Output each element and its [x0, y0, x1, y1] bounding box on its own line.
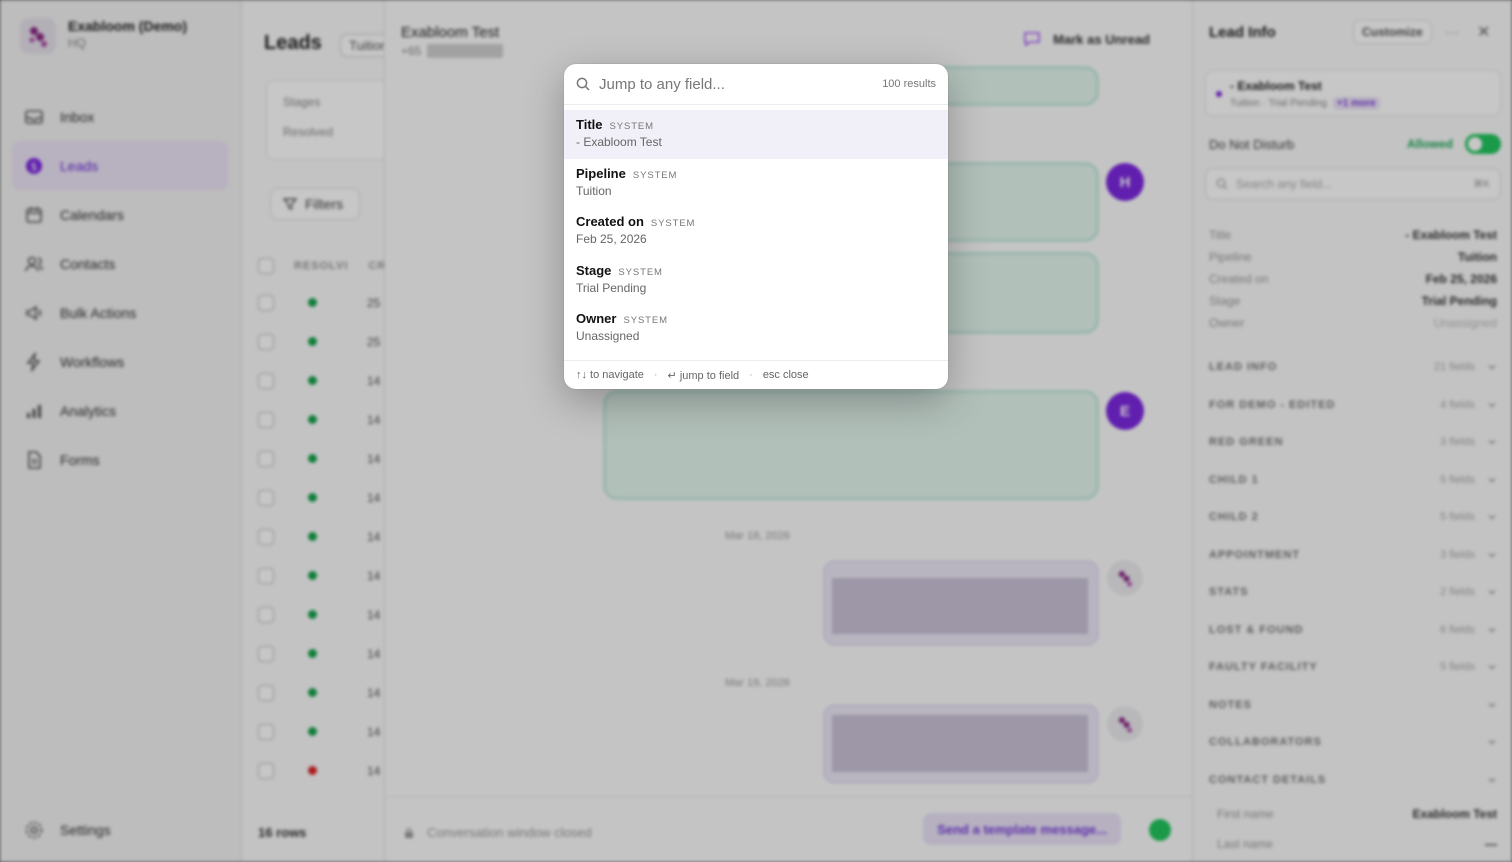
- jump-search-bar: 100 results: [564, 64, 948, 105]
- result-tag: SYSTEM: [623, 315, 668, 326]
- result-tag: SYSTEM: [650, 218, 696, 229]
- result-value: Tuition: [576, 183, 612, 198]
- result-value: Unassigned: [576, 329, 640, 343]
- hint-jump: ↵ jump to field: [667, 369, 740, 382]
- result-label: Stage: [576, 262, 612, 278]
- result-label: Title: [576, 117, 603, 132]
- hint-navigate: ↑↓ to navigate: [576, 369, 644, 381]
- result-heading: Owner SYSTEM: [576, 311, 936, 326]
- result-label: Created on: [576, 214, 644, 229]
- result-value: Trial Pending: [576, 280, 647, 295]
- jump-to-field-dialog: 100 results Title SYSTEM - Exabloom Test Pi…: [564, 64, 948, 389]
- result-item[interactable]: Owner SYSTEM Unassigned: [564, 304, 948, 353]
- result-item[interactable]: Stage SYSTEM Trial Pending: [564, 256, 948, 305]
- jump-search-input[interactable]: [599, 75, 874, 93]
- result-heading: Title SYSTEM: [576, 117, 936, 132]
- result-value: Feb 25, 2026: [576, 232, 647, 246]
- keyboard-hints: ↑↓ to navigate · ↵ jump to field · esc c…: [564, 360, 948, 389]
- result-count: 100 results: [882, 78, 936, 90]
- result-list: Title SYSTEM - Exabloom Test Pipeline SYSTEM…: [564, 105, 948, 353]
- result-heading: Stage SYSTEM: [576, 263, 936, 278]
- hint-separator: ·: [653, 369, 658, 381]
- hint-close: esc close: [762, 369, 809, 381]
- result-tag: SYSTEM: [632, 169, 678, 181]
- result-label: Pipeline: [576, 165, 626, 181]
- result-heading: Created on SYSTEM: [576, 214, 936, 229]
- result-label: Owner: [576, 311, 617, 326]
- result-heading: Pipeline SYSTEM: [576, 166, 936, 181]
- result-value: - Exabloom Test: [576, 135, 662, 149]
- result-item[interactable]: Title SYSTEM - Exabloom Test: [564, 110, 948, 159]
- result-tag: SYSTEM: [609, 121, 654, 132]
- hint-separator: ·: [749, 369, 753, 381]
- result-item[interactable]: Created on SYSTEM Feb 25, 2026: [564, 207, 948, 256]
- result-tag: SYSTEM: [618, 266, 663, 278]
- result-item[interactable]: Pipeline SYSTEM Tuition: [564, 159, 948, 208]
- search-icon: [576, 77, 590, 91]
